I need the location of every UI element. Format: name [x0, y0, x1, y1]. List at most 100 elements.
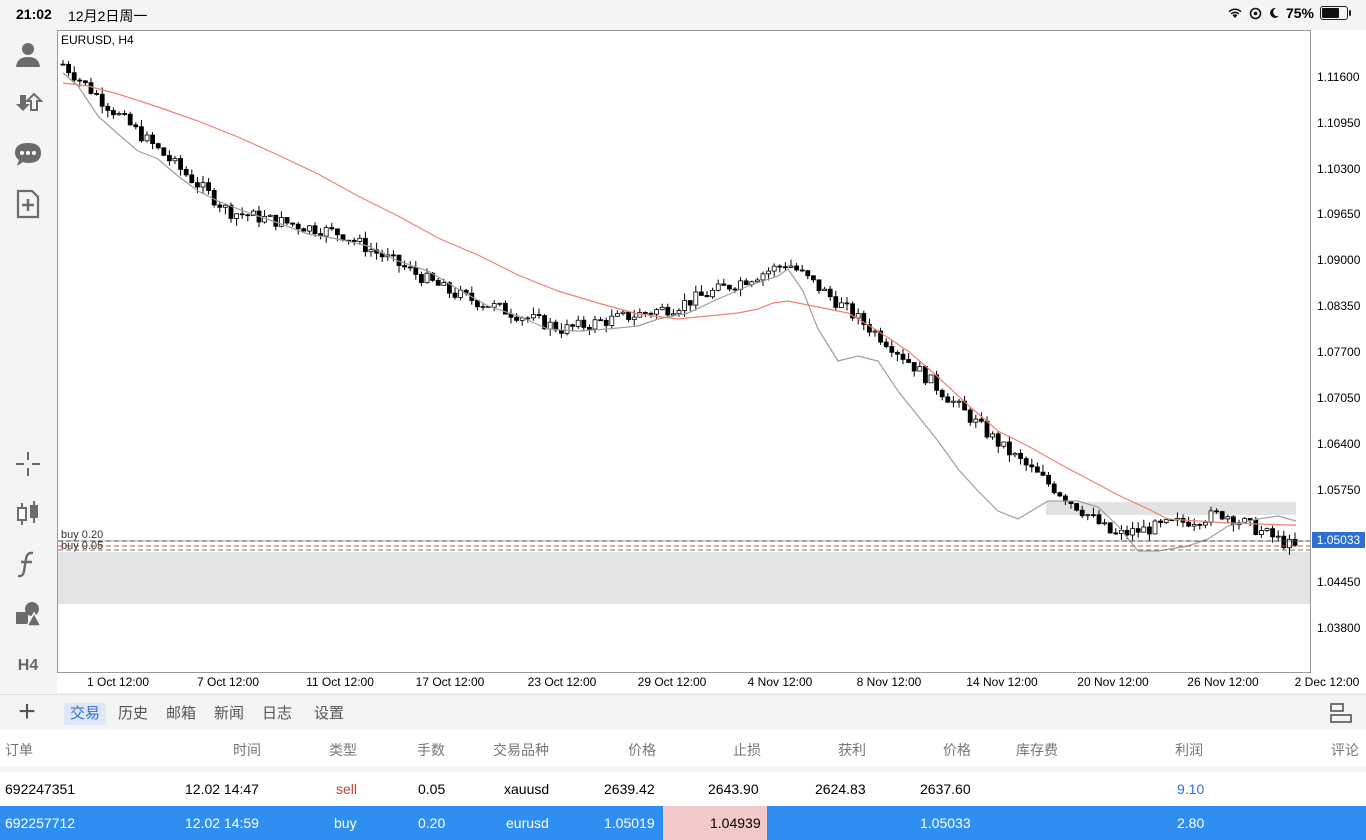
candle-bull [766, 270, 771, 275]
candle-bear [60, 63, 66, 66]
add-icon[interactable]: + [14, 697, 40, 727]
candle-bear [799, 269, 805, 272]
candle-bear [418, 274, 424, 284]
col-header-time: 时间 [233, 742, 261, 758]
col-header-sl: 止损 [733, 742, 761, 758]
status-bar: 21:02 12月2日周一 75% [0, 0, 1366, 28]
candle-bull [788, 265, 794, 268]
candle-bear [1270, 528, 1275, 538]
candle-bear [1023, 458, 1029, 466]
candle-bear [945, 396, 951, 403]
timeframe-button[interactable]: H4 [10, 648, 46, 684]
candle-bear [1035, 466, 1040, 473]
candle-bear [1091, 514, 1096, 517]
candle-bull [654, 309, 659, 315]
candle-bear [967, 409, 973, 423]
table-row[interactable]: 692247351 12.02 14:47 sell 0.05 xauusd 2… [0, 772, 1366, 806]
candle-bull [771, 265, 777, 272]
table-row-selected[interactable]: 692257712 12.02 14:59 buy 0.20 eurusd 1.… [0, 806, 1366, 840]
trade-arrows-icon[interactable] [10, 86, 46, 122]
candle-bear [161, 147, 167, 156]
cell-lots: 0.20 [418, 815, 446, 831]
candle-bull [839, 302, 844, 308]
candle-bear [721, 283, 727, 286]
account-icon[interactable] [10, 36, 46, 72]
col-header-comment: 评论 [1331, 742, 1359, 758]
candle-bull [1259, 530, 1264, 536]
candle-bull [1085, 514, 1091, 517]
candle-bear [194, 182, 200, 188]
candle-bull [715, 283, 721, 291]
candle-bear [587, 326, 592, 330]
candle-bear [1107, 522, 1113, 534]
chart-canvas [58, 60, 1310, 604]
candle-bear [1046, 474, 1051, 485]
y-tick: 1.06400 [1317, 437, 1361, 451]
chart-title: EURUSD, H4 [61, 33, 134, 47]
location-icon [1249, 7, 1262, 19]
trade-table: 订单 时间 类型 手数 交易品种 价格 止损 获利 价格 库存费 利润 评论 6… [0, 730, 1366, 840]
chat-icon[interactable] [10, 136, 46, 172]
tab-settings[interactable]: 设置 [308, 703, 350, 725]
candle-bear [111, 110, 116, 116]
tab-trade[interactable]: 交易 [64, 703, 107, 725]
cell-current-price: 1.05033 [920, 815, 971, 831]
candle-bear [783, 266, 788, 269]
candle-bull [1130, 528, 1135, 536]
candle-bull [525, 317, 531, 320]
candle-bear [883, 341, 889, 347]
tab-mailbox[interactable]: 邮箱 [160, 703, 202, 725]
candle-bear [273, 214, 279, 227]
candle-bear [687, 300, 693, 306]
crosshair-icon[interactable] [10, 446, 46, 482]
candle-bull [760, 273, 766, 281]
candle-bear [1040, 471, 1046, 476]
new-document-icon[interactable] [10, 186, 46, 222]
y-tick: 1.03800 [1317, 621, 1361, 635]
tab-history[interactable]: 历史 [112, 703, 154, 725]
cell-price: 1.05019 [604, 815, 655, 831]
candle-bear [1219, 511, 1225, 520]
candle-bull [1264, 528, 1270, 531]
candle-bull [200, 182, 206, 188]
layout-icon[interactable] [1328, 701, 1354, 725]
candle-bear [390, 254, 396, 257]
cell-tp: 2624.83 [815, 781, 866, 797]
candle-bear [435, 279, 441, 286]
candle-bear [1051, 483, 1057, 494]
candle-bull [1141, 526, 1147, 533]
price-chart[interactable]: EURUSD, H4 buy 0.20 buy 0.05 [57, 30, 1311, 673]
x-tick: 4 Nov 12:00 [747, 675, 813, 689]
candle-bull [144, 134, 150, 142]
y-tick: 1.10950 [1317, 116, 1361, 130]
x-tick: 29 Oct 12:00 [637, 675, 707, 689]
candle-bear [217, 204, 223, 208]
indicators-icon[interactable] [10, 546, 46, 582]
candle-bear [206, 182, 212, 191]
tab-news[interactable]: 新闻 [208, 703, 250, 725]
candle-bear [1158, 520, 1163, 523]
candle-bear [833, 296, 839, 308]
candle-bear [402, 265, 408, 268]
objects-icon[interactable] [10, 596, 46, 632]
left-toolbar: H4 [0, 28, 56, 690]
order-label-buy-005: buy 0.05 [61, 540, 104, 552]
candle-bull [1191, 524, 1197, 527]
candle-bear [1029, 464, 1035, 468]
candle-bear [603, 319, 609, 326]
candle-bear [150, 134, 155, 145]
candlestick-icon[interactable] [10, 496, 46, 532]
battery-percent: 75% [1285, 5, 1314, 21]
col-header-tp: 获利 [838, 742, 866, 758]
tab-journal[interactable]: 日志 [256, 703, 298, 725]
candle-bear [71, 72, 77, 81]
y-tick: 1.08350 [1317, 299, 1361, 313]
candle-bear [906, 359, 911, 363]
col-header-current-price: 价格 [943, 742, 971, 758]
candle-bear [189, 174, 195, 184]
candle-bear [1197, 524, 1203, 526]
candle-bull [855, 313, 861, 319]
candle-bull [1275, 535, 1281, 538]
candle-bear [1214, 510, 1219, 513]
x-tick: 17 Oct 12:00 [415, 675, 485, 689]
